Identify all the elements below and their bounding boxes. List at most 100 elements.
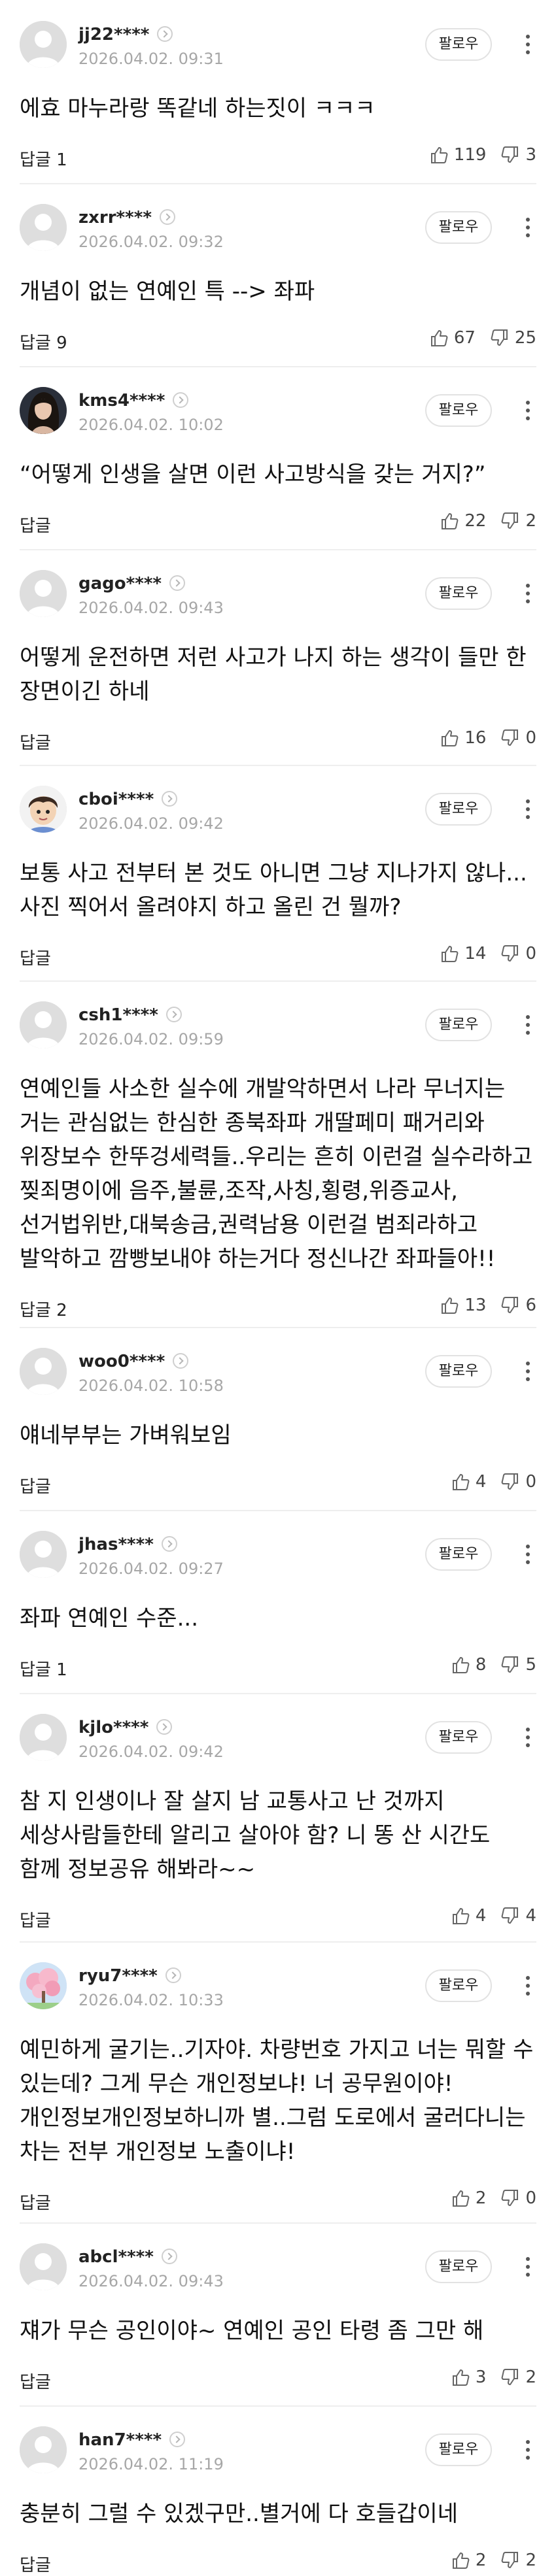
username[interactable]: woo0**** [78, 1352, 189, 1371]
dislike-button[interactable]: 0 [500, 2188, 536, 2208]
dislike-button[interactable]: 0 [500, 944, 536, 963]
username[interactable]: zxrr**** [78, 208, 175, 227]
like-button[interactable]: 4 [451, 1906, 486, 1926]
default-avatar[interactable] [20, 1531, 67, 1578]
chevron-right-icon[interactable] [159, 209, 175, 225]
user-avatar[interactable] [20, 1962, 67, 2009]
dislike-button[interactable]: 2 [500, 2551, 536, 2570]
follow-button[interactable]: 팔로우 [425, 2434, 492, 2466]
more-options-icon[interactable] [521, 1538, 534, 1571]
chevron-right-icon[interactable] [161, 2249, 177, 2264]
follow-button[interactable]: 팔로우 [425, 28, 492, 61]
like-button[interactable]: 8 [451, 1655, 486, 1675]
like-button[interactable]: 4 [451, 1472, 486, 1492]
reply-button[interactable]: 답글 1 [20, 146, 67, 171]
more-options-icon[interactable] [521, 2434, 534, 2466]
dislike-button[interactable]: 3 [500, 145, 536, 165]
default-avatar[interactable] [20, 1001, 67, 1048]
username[interactable]: jhas**** [78, 1535, 177, 1554]
chevron-right-icon[interactable] [165, 1967, 181, 1983]
chevron-right-icon[interactable] [173, 392, 189, 408]
follow-button[interactable]: 팔로우 [425, 1009, 492, 1041]
chevron-right-icon[interactable] [161, 1536, 177, 1552]
dislike-button[interactable]: 0 [500, 728, 536, 748]
chevron-right-icon[interactable] [165, 1007, 182, 1022]
dislike-button[interactable]: 2 [500, 511, 536, 531]
dislike-button[interactable]: 2 [500, 2367, 536, 2387]
chevron-right-icon[interactable] [169, 575, 186, 591]
dislike-button[interactable]: 5 [500, 1655, 536, 1675]
dislike-button[interactable]: 6 [500, 1296, 536, 1315]
default-avatar[interactable] [20, 1714, 67, 1761]
reply-button[interactable]: 답글 [20, 2552, 51, 2576]
more-options-icon[interactable] [521, 1969, 534, 2002]
like-button[interactable]: 22 [440, 511, 486, 531]
dislike-button[interactable]: 25 [490, 328, 536, 348]
follow-button[interactable]: 팔로우 [425, 1721, 492, 1754]
follow-button[interactable]: 팔로우 [425, 394, 492, 427]
default-avatar[interactable] [20, 1348, 67, 1395]
username[interactable]: gago**** [78, 574, 186, 594]
more-options-icon[interactable] [521, 28, 534, 61]
more-options-icon[interactable] [521, 577, 534, 610]
username[interactable]: kjlo**** [78, 1718, 173, 1737]
follow-button[interactable]: 팔로우 [425, 2250, 492, 2283]
chevron-right-icon[interactable] [156, 1719, 173, 1735]
reply-button[interactable]: 답글 1 [20, 1656, 67, 1681]
follow-button[interactable]: 팔로우 [425, 1969, 492, 2002]
follow-button[interactable]: 팔로우 [425, 1355, 492, 1388]
username[interactable]: abcl**** [78, 2247, 177, 2267]
chevron-right-icon[interactable] [162, 791, 178, 807]
reply-button[interactable]: 답글 [20, 729, 51, 754]
like-button[interactable]: 16 [440, 728, 486, 748]
more-options-icon[interactable] [521, 1009, 534, 1041]
username[interactable]: ryu7**** [78, 1966, 181, 1986]
username[interactable]: han7**** [78, 2430, 186, 2450]
follow-button[interactable]: 팔로우 [425, 211, 492, 244]
username[interactable]: cboi**** [78, 790, 178, 809]
reply-button[interactable]: 답글 [20, 2369, 51, 2393]
more-options-icon[interactable] [521, 211, 534, 244]
default-avatar[interactable] [20, 21, 67, 68]
username[interactable]: csh1**** [78, 1005, 182, 1025]
like-icon [452, 1474, 470, 1490]
username[interactable]: jj22**** [78, 25, 173, 44]
chevron-right-icon[interactable] [157, 26, 173, 42]
default-avatar[interactable] [20, 2243, 67, 2290]
default-avatar[interactable] [20, 2426, 67, 2473]
like-button[interactable]: 3 [451, 2367, 486, 2387]
more-options-icon[interactable] [521, 394, 534, 427]
default-avatar[interactable] [20, 570, 67, 617]
reply-button[interactable]: 답글 [20, 1907, 51, 1932]
like-button[interactable]: 119 [429, 145, 486, 165]
reply-button[interactable]: 답글 9 [20, 329, 67, 354]
more-options-icon[interactable] [521, 1355, 534, 1388]
more-options-icon[interactable] [521, 1721, 534, 1754]
chevron-right-icon[interactable] [173, 1353, 189, 1369]
reply-button[interactable]: 답글 2 [20, 1297, 67, 1321]
reply-button[interactable]: 답글 [20, 512, 51, 537]
more-options-icon[interactable] [521, 793, 534, 826]
like-button[interactable]: 67 [429, 328, 476, 348]
follow-button[interactable]: 팔로우 [425, 1538, 492, 1571]
comment-text: 얘네부부는 가벼워보임 [20, 1422, 232, 1448]
follow-button[interactable]: 팔로우 [425, 577, 492, 610]
reply-button[interactable]: 답글 [20, 945, 51, 969]
like-button[interactable]: 2 [451, 2188, 486, 2208]
dislike-button[interactable]: 4 [500, 1906, 536, 1926]
like-button[interactable]: 2 [451, 2551, 486, 2570]
reply-button[interactable]: 답글 [20, 1473, 51, 1497]
default-avatar[interactable] [20, 204, 67, 251]
user-avatar[interactable] [20, 786, 67, 833]
follow-button[interactable]: 팔로우 [425, 793, 492, 826]
dislike-count: 0 [525, 728, 536, 748]
more-options-icon[interactable] [521, 2250, 534, 2283]
like-button[interactable]: 13 [440, 1296, 486, 1315]
like-count: 14 [464, 944, 487, 963]
username[interactable]: kms4**** [78, 391, 189, 410]
like-button[interactable]: 14 [440, 944, 486, 963]
user-avatar[interactable] [20, 387, 67, 434]
dislike-button[interactable]: 0 [500, 1472, 536, 1492]
reply-button[interactable]: 답글 [20, 2190, 51, 2214]
chevron-right-icon[interactable] [169, 2432, 186, 2447]
